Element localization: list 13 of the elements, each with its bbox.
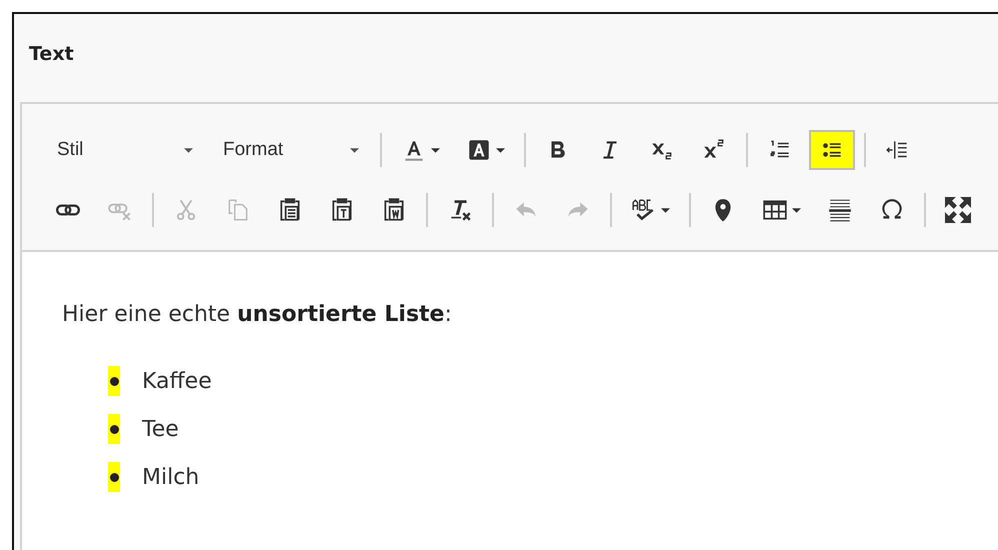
list-item: Tee — [142, 416, 179, 442]
style-dropdown[interactable]: Stil — [45, 130, 205, 170]
horizontal-rule-icon — [827, 197, 853, 223]
caret-icon — [350, 148, 359, 152]
bulleted-list-button[interactable] — [809, 130, 855, 170]
caret-icon — [184, 148, 193, 152]
maximize-icon — [945, 197, 971, 223]
list-item: Milch — [142, 464, 200, 490]
field-label: Text — [28, 42, 75, 67]
paragraph: Hier eine echte unsortierte Liste: — [62, 302, 453, 327]
editor-content[interactable]: Hier eine echte unsortierte Liste: Kaffee Tee Milch — [22, 252, 998, 550]
style-dropdown[interactable]: Format — [211, 130, 371, 170]
list-item: Kaffee — [142, 368, 212, 394]
